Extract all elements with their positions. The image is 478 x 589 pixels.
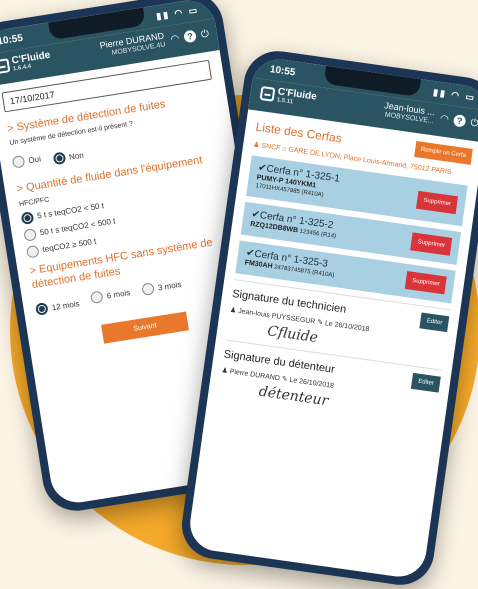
radio-6-mois[interactable]: 6 mois [90, 286, 131, 305]
edit-technician-signature-button[interactable]: Editer [419, 312, 450, 332]
home-icon: ⌂ [281, 145, 287, 154]
power-icon[interactable]: ⏻ [200, 28, 210, 40]
person-icon: ♟ [229, 306, 237, 315]
header-icons: ◠ ? ⏻ [170, 28, 210, 46]
radio-label: 6 mois [106, 287, 131, 301]
radio-circle[interactable] [141, 282, 156, 297]
site-owner: SNCF [260, 142, 281, 153]
radio-circle-selected[interactable] [20, 210, 35, 225]
logo-icon [259, 85, 276, 102]
next-button[interactable]: Suivant [101, 311, 190, 344]
signal-wifi-battery-icon: ▮▮ ◠ ▭ [432, 86, 477, 103]
app-logo: C'Fluide 1.6.4.4 [0, 50, 52, 76]
fill-cerfa-button[interactable]: Remplir un Cerfa [413, 140, 473, 165]
delete-button[interactable]: Supprimer [404, 271, 447, 295]
person-icon: ♟ [221, 366, 229, 375]
pencil-icon: ✎ [281, 375, 289, 384]
radio-label: Non [68, 150, 85, 162]
wifi-icon[interactable]: ◠ [170, 33, 180, 45]
edit-holder-signature-button[interactable]: Editer [411, 372, 441, 393]
radio-label: 12 mois [51, 298, 81, 313]
person-icon: ♟ [252, 141, 260, 150]
app-logo: C'Fluide 1.5.11 [259, 85, 317, 109]
radio-circle-selected[interactable] [35, 302, 49, 317]
delete-button[interactable]: Supprimer [416, 190, 459, 214]
wifi-icon[interactable]: ◠ [439, 113, 449, 125]
radio-circle[interactable] [11, 155, 26, 169]
logo-icon [0, 58, 11, 75]
help-icon[interactable]: ? [452, 114, 467, 128]
radio-non[interactable]: Non [52, 149, 84, 166]
radio-oui[interactable]: Oui [11, 153, 42, 169]
signal-wifi-battery-icon: ▮▮ ◠ ▭ [155, 4, 200, 21]
delete-button[interactable]: Supprimer [410, 232, 453, 257]
pencil-icon: ✎ [316, 318, 324, 327]
cerfa-list-view: Liste des Cerfas Remplir un Cerfa ♟ SNCF… [207, 109, 478, 433]
header-icons: ◠ ? ⏻ [439, 112, 478, 129]
status-time: 10:55 [0, 32, 24, 48]
radio-3-mois[interactable]: 3 mois [141, 278, 182, 297]
cerfa-code: FM30AH [244, 259, 274, 271]
holder-name: Pierre DURAND [229, 367, 281, 382]
status-time: 10:55 [269, 63, 297, 78]
radio-circle[interactable] [25, 244, 40, 259]
radio-circle-selected[interactable] [52, 151, 67, 166]
radio-label: Oui [27, 154, 42, 165]
radio-label: teqCO2 ≥ 500 t [41, 236, 97, 255]
radio-circle[interactable] [90, 290, 104, 305]
radio-circle[interactable] [23, 227, 37, 242]
power-icon[interactable]: ⏻ [470, 117, 478, 129]
radio-label: 3 mois [157, 279, 182, 293]
radio-12-mois[interactable]: 12 mois [35, 297, 81, 317]
help-icon[interactable]: ? [183, 29, 197, 44]
cerfa-detail: 123456 (R14) [299, 228, 337, 240]
